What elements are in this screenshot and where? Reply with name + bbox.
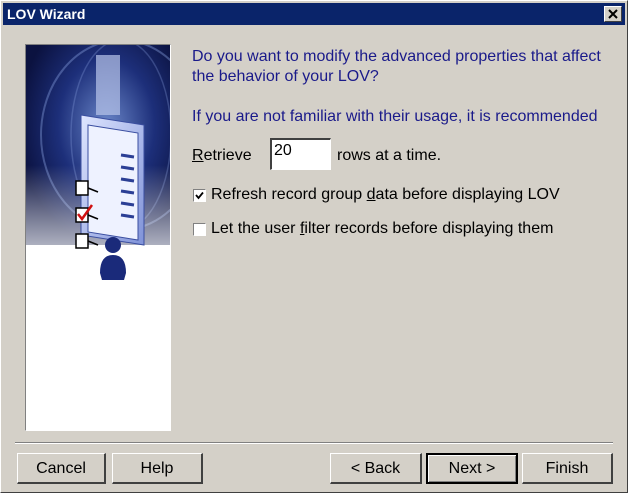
filter-label-part2: ilter records before displaying them: [304, 220, 554, 237]
retrieve-count-input[interactable]: [270, 138, 331, 170]
refresh-label-part2: ata before displaying LOV: [375, 186, 560, 203]
retrieve-mnemonic: R: [192, 147, 204, 164]
filter-label[interactable]: Let the user filter records before displ…: [211, 219, 553, 239]
title-bar[interactable]: LOV Wizard: [3, 3, 625, 25]
filter-label-part1: Let the user: [211, 220, 300, 237]
close-button[interactable]: [604, 6, 622, 22]
next-button[interactable]: Next >: [426, 453, 518, 484]
back-button[interactable]: < Back: [330, 453, 422, 484]
checkmark-icon: [195, 191, 204, 200]
close-icon: [608, 9, 618, 19]
retrieve-label: Retrieve: [192, 146, 252, 166]
button-separator: [15, 442, 613, 444]
window-title: LOV Wizard: [7, 6, 86, 22]
retrieve-suffix: rows at a time.: [337, 147, 442, 164]
wizard-illustration: [25, 44, 171, 431]
filter-checkbox[interactable]: [193, 223, 206, 236]
help-button[interactable]: Help: [112, 453, 203, 484]
refresh-label-part1: Refresh record group: [211, 186, 367, 203]
lov-wizard-window: LOV Wizard Do you want to modify the adv…: [0, 0, 628, 493]
retrieve-label-rest: etrieve: [203, 147, 252, 164]
finish-button[interactable]: Finish: [522, 453, 613, 484]
refresh-checkbox[interactable]: [193, 189, 206, 202]
recommendation-text: If you are not familiar with their usage…: [192, 108, 598, 125]
refresh-label[interactable]: Refresh record group data before display…: [211, 185, 560, 205]
refresh-mnemonic: d: [366, 186, 376, 203]
question-text: Do you want to modify the advanced prope…: [192, 48, 601, 85]
cancel-button[interactable]: Cancel: [17, 453, 106, 484]
